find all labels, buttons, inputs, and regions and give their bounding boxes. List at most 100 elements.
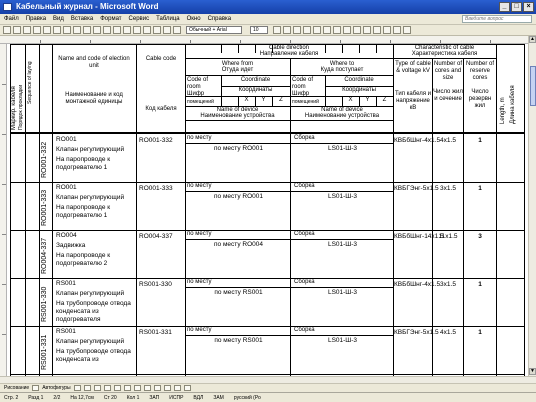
horizontal-scrollbar[interactable] [0, 376, 536, 383]
header-reserve-en: Number of reserve cores [465, 61, 494, 81]
menu-edit[interactable]: Правка [26, 16, 46, 22]
minimize-button[interactable]: _ [499, 2, 510, 12]
row-location: На паропроводе к подогревателю 2 [56, 252, 111, 267]
row-code: RS001-330 [139, 281, 172, 288]
menu-file[interactable]: Файл [4, 16, 19, 22]
redo-icon[interactable] [143, 26, 151, 34]
highlight-icon[interactable] [393, 26, 401, 34]
select-objects-icon[interactable] [32, 385, 40, 391]
arrow-icon[interactable] [83, 385, 91, 391]
ruler-tick [2, 234, 6, 235]
numbering-icon[interactable] [353, 26, 361, 34]
row-to-device: LS01-Ш-3 [327, 241, 358, 248]
row-border [325, 44, 326, 53]
scroll-up-icon[interactable]: ▲ [529, 36, 536, 43]
menu-insert[interactable]: Вставка [71, 16, 93, 22]
close-button[interactable]: × [523, 2, 534, 12]
menu-format[interactable]: Формат [100, 16, 121, 22]
open-folder-icon[interactable] [13, 26, 21, 34]
menu-window[interactable]: Окно [187, 16, 201, 22]
rectangle-icon[interactable] [93, 385, 101, 391]
ruler-tick [140, 40, 141, 43]
header-coords-ru-2: Координаты [342, 87, 376, 93]
header-cable-mark: Маркир. кабеля [11, 86, 17, 130]
header-type-ru: Тип кабеля и напряжение кВ [394, 91, 432, 111]
vertical-ruler[interactable] [0, 44, 7, 376]
ruler-tick [190, 40, 191, 43]
new-document-icon[interactable] [3, 26, 11, 34]
menu-tools[interactable]: Сервис [129, 16, 150, 22]
row-to-device: LS01-Ш-3 [327, 193, 358, 200]
row-location: На паропроводе к подогревателю 1 [56, 204, 111, 219]
undo-icon[interactable] [133, 26, 141, 34]
line-color-icon[interactable] [173, 385, 181, 391]
row-cable-mark: RO001-333 [41, 189, 48, 226]
font-size-select[interactable]: 10 [250, 26, 268, 34]
font-color-draw-icon[interactable] [183, 385, 191, 391]
wordart-icon[interactable] [123, 385, 131, 391]
fill-color-icon[interactable] [163, 385, 171, 391]
row-border [376, 44, 377, 53]
status-item: 2/2 [53, 394, 61, 401]
row-from-device: по месту RS001 [214, 337, 263, 344]
align-left-icon[interactable] [303, 26, 311, 34]
row-type: КВБбШнг-14х1.5 [394, 233, 444, 240]
row-border [10, 182, 524, 183]
row-code: RO004-337 [139, 233, 173, 240]
row-to-device: LS01-Ш-3 [327, 145, 358, 152]
research-icon[interactable] [83, 26, 91, 34]
justify-icon[interactable] [333, 26, 341, 34]
save-icon[interactable] [23, 26, 31, 34]
email-icon[interactable] [43, 26, 51, 34]
ruler-tick [2, 184, 6, 185]
oval-icon[interactable] [103, 385, 111, 391]
help-search-input[interactable]: Введите вопрос [462, 15, 532, 23]
hyperlink-icon[interactable] [153, 26, 161, 34]
bold-icon[interactable] [273, 26, 281, 34]
row-cable-mark: RS001-331 [41, 334, 48, 370]
underline-icon[interactable] [293, 26, 301, 34]
row-from-room: по месту [187, 279, 212, 285]
table-border [185, 75, 393, 76]
line-icon[interactable] [73, 385, 81, 391]
clipart-icon[interactable] [143, 385, 151, 391]
menu-help[interactable]: Справка [208, 16, 232, 22]
document-page[interactable]: Маркир. кабеля Порядок прокладки Sequenc… [7, 44, 528, 376]
align-center-icon[interactable] [313, 26, 321, 34]
bullets-icon[interactable] [363, 26, 371, 34]
row-border [359, 44, 360, 53]
draw-menu[interactable]: Рисование [4, 385, 29, 391]
align-right-icon[interactable] [323, 26, 331, 34]
row-border [10, 374, 524, 375]
vertical-scrollbar[interactable]: ▲ ▼ [528, 36, 536, 376]
diagram-icon[interactable] [133, 385, 141, 391]
row-border [272, 44, 273, 53]
italic-icon[interactable] [283, 26, 291, 34]
autoshapes-menu[interactable]: Автофигуры [42, 385, 70, 391]
table-icon[interactable] [163, 26, 171, 34]
line-spacing-icon[interactable] [343, 26, 351, 34]
permission-icon[interactable] [33, 26, 41, 34]
print-icon[interactable] [53, 26, 61, 34]
indent-icon[interactable] [373, 26, 381, 34]
textbox-icon[interactable] [113, 385, 121, 391]
columns-icon[interactable] [173, 26, 181, 34]
style-select[interactable]: Обычный + Arial [186, 26, 242, 34]
horizontal-ruler[interactable] [0, 36, 536, 44]
paste-icon[interactable] [113, 26, 121, 34]
spelling-icon[interactable] [73, 26, 81, 34]
font-color-icon[interactable] [403, 26, 411, 34]
format-painter-icon[interactable] [123, 26, 131, 34]
scroll-thumb[interactable] [530, 66, 536, 106]
scroll-down-icon[interactable]: ▼ [529, 368, 536, 375]
maximize-button[interactable]: □ [511, 2, 522, 12]
cut-icon[interactable] [93, 26, 101, 34]
menu-view[interactable]: Вид [53, 16, 64, 22]
print-preview-icon[interactable] [63, 26, 71, 34]
menu-table[interactable]: Таблица [156, 16, 180, 22]
border-icon[interactable] [383, 26, 391, 34]
ruler-tick [340, 40, 341, 43]
copy-icon[interactable] [103, 26, 111, 34]
word-app-icon[interactable] [3, 3, 12, 11]
picture-icon[interactable] [153, 385, 161, 391]
